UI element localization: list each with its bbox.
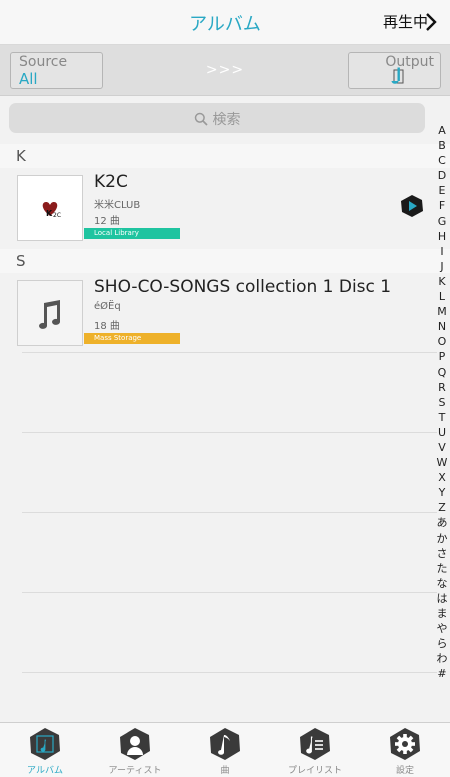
index-letter[interactable]: B bbox=[434, 138, 450, 153]
index-letter[interactable]: な bbox=[434, 576, 450, 591]
output-selector[interactable]: Output bbox=[348, 52, 441, 89]
album-artist: éØËq bbox=[94, 301, 121, 312]
playlist-icon bbox=[300, 728, 330, 760]
settings-icon bbox=[390, 728, 420, 760]
source-output-bar: Source All >>> Output bbox=[0, 45, 450, 96]
album-row-k2c[interactable]: K 2C K2C 米米CLUB 12 曲 Local Library bbox=[0, 171, 450, 247]
storage-badge: Local Library bbox=[84, 228, 180, 239]
album-row-sho-co-songs[interactable]: SHO-CO-SONGS collection 1 Disc 1 éØËq 18… bbox=[0, 276, 450, 352]
index-letter[interactable]: L bbox=[434, 289, 450, 304]
tab-label: 曲 bbox=[220, 766, 230, 776]
index-letter[interactable]: R bbox=[434, 380, 450, 395]
index-letter[interactable]: Q bbox=[434, 365, 450, 380]
index-letter[interactable]: や bbox=[434, 621, 450, 636]
artist-icon bbox=[120, 728, 150, 760]
index-letter[interactable]: N bbox=[434, 319, 450, 334]
track-count: 12 曲 bbox=[94, 216, 120, 227]
album-title: SHO-CO-SONGS collection 1 Disc 1 bbox=[94, 277, 392, 297]
index-letter[interactable]: C bbox=[434, 153, 450, 168]
album-artist: 米米CLUB bbox=[94, 200, 141, 211]
section-header-s: S bbox=[0, 249, 450, 273]
index-letter[interactable]: # bbox=[434, 666, 450, 681]
album-title: K2C bbox=[94, 172, 128, 192]
index-letter[interactable]: V bbox=[434, 440, 450, 455]
storage-badge: Mass Storage bbox=[84, 333, 180, 344]
tab-settings[interactable]: 設定 bbox=[360, 723, 450, 777]
song-icon bbox=[210, 728, 240, 760]
tab-label: 設定 bbox=[395, 766, 414, 776]
album-art bbox=[17, 280, 83, 346]
section-index[interactable]: A B C D E F G H I J K L M N O P Q R S T U V W X Y Z あかさたなはまやらわ # bbox=[434, 123, 450, 681]
index-letter[interactable]: I bbox=[434, 244, 450, 259]
tab-label: プレイリスト bbox=[287, 766, 342, 776]
index-letter[interactable]: ら bbox=[434, 636, 450, 651]
nav-header: アルバム 再生中 bbox=[0, 0, 450, 45]
index-letter[interactable]: E bbox=[434, 183, 450, 198]
row-divider bbox=[22, 672, 437, 673]
play-icon[interactable] bbox=[400, 194, 424, 218]
search-icon bbox=[194, 112, 208, 126]
tab-bar: アルバム アーティスト 曲 プレイリスト 設定 bbox=[0, 722, 450, 777]
tab-song[interactable]: 曲 bbox=[180, 723, 270, 777]
tab-label: アーティスト bbox=[108, 766, 162, 776]
search-bar[interactable]: 検索 bbox=[9, 103, 425, 133]
section-letter: K bbox=[16, 147, 26, 165]
index-letter[interactable]: U bbox=[434, 425, 450, 440]
music-note-icon bbox=[39, 300, 60, 329]
index-letter[interactable]: H bbox=[434, 229, 450, 244]
tab-album[interactable]: アルバム bbox=[0, 723, 90, 777]
index-letter[interactable]: さ bbox=[434, 546, 450, 561]
index-letter[interactable]: た bbox=[434, 561, 450, 576]
index-letter[interactable]: Y bbox=[434, 485, 450, 500]
index-letter[interactable]: J bbox=[434, 259, 450, 274]
tab-artist[interactable]: アーティスト bbox=[90, 723, 180, 777]
index-letter[interactable]: わ bbox=[434, 651, 450, 666]
index-letter[interactable]: は bbox=[434, 591, 450, 606]
index-letter[interactable]: ま bbox=[434, 606, 450, 621]
row-divider bbox=[22, 432, 437, 433]
index-letter[interactable]: A bbox=[434, 123, 450, 138]
tab-label: アルバム bbox=[27, 766, 63, 776]
search-content: 検索 bbox=[9, 109, 425, 129]
index-letter[interactable]: X bbox=[434, 470, 450, 485]
index-letter[interactable]: あ bbox=[434, 515, 450, 530]
index-letter[interactable]: か bbox=[434, 531, 450, 546]
chevron-right-icon[interactable] bbox=[420, 11, 442, 33]
index-letter[interactable]: M bbox=[434, 304, 450, 319]
svg-text:K: K bbox=[46, 209, 53, 218]
album-art: K 2C bbox=[17, 175, 83, 241]
search-placeholder: 検索 bbox=[212, 112, 241, 128]
index-letter[interactable]: K bbox=[434, 274, 450, 289]
index-letter[interactable]: G bbox=[434, 214, 450, 229]
index-letter[interactable]: S bbox=[434, 395, 450, 410]
heart-logo-icon: K 2C bbox=[42, 202, 61, 219]
index-letter[interactable]: P bbox=[434, 349, 450, 364]
index-letter[interactable]: D bbox=[434, 168, 450, 183]
output-device-icon bbox=[391, 67, 404, 84]
section-header-k: K bbox=[0, 144, 450, 168]
index-letter[interactable]: W bbox=[434, 455, 450, 470]
album-icon bbox=[30, 728, 60, 760]
track-count: 18 曲 bbox=[94, 321, 120, 332]
index-letter[interactable]: O bbox=[434, 334, 450, 349]
index-letter[interactable]: Z bbox=[434, 500, 450, 515]
tab-playlist[interactable]: プレイリスト bbox=[270, 723, 360, 777]
row-divider bbox=[22, 352, 437, 353]
row-divider bbox=[22, 512, 437, 513]
section-letter: S bbox=[16, 252, 26, 270]
index-letter[interactable]: T bbox=[434, 410, 450, 425]
row-divider bbox=[22, 592, 437, 593]
svg-text:2C: 2C bbox=[53, 212, 61, 219]
index-letter[interactable]: F bbox=[434, 198, 450, 213]
